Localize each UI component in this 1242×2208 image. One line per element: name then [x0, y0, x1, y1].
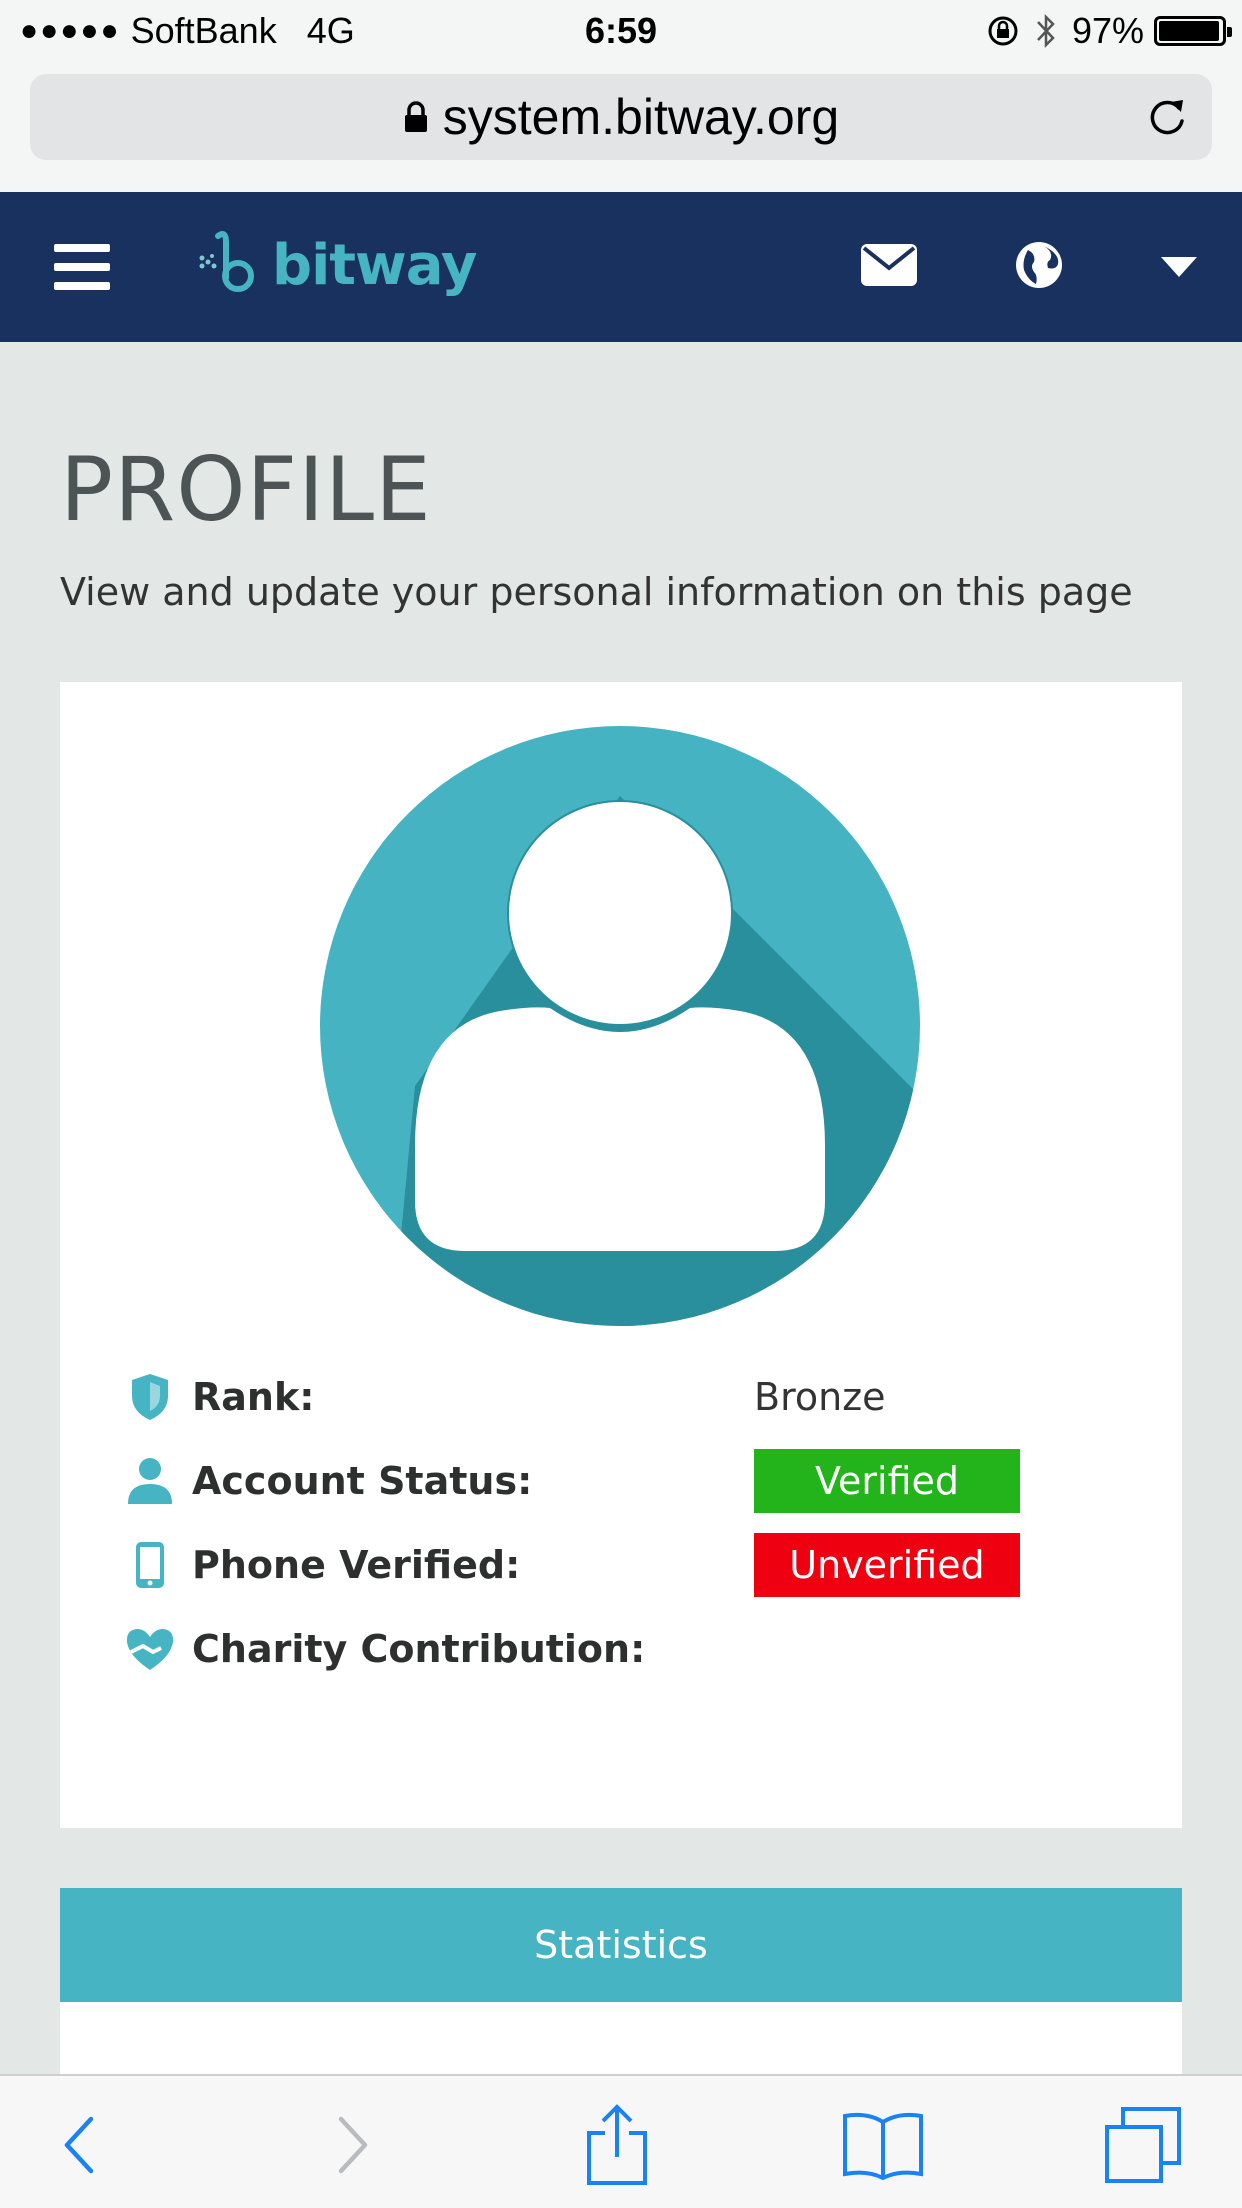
page-subtitle: View and update your personal informatio…: [60, 570, 1133, 614]
envelope-icon[interactable]: [860, 242, 918, 288]
status-bar-left: ●●●●● SoftBank 4G: [20, 10, 355, 52]
rank-label: Rank:: [192, 1375, 315, 1419]
signal-dots-icon: ●●●●●: [20, 14, 121, 47]
browser-toolbar: [0, 2074, 1242, 2208]
battery-percent: 97%: [1071, 10, 1144, 51]
shield-icon: [120, 1367, 180, 1427]
carrier-name: SoftBank: [130, 10, 277, 51]
phone-verified-badge[interactable]: Unverified: [754, 1533, 1020, 1597]
reload-icon[interactable]: [1144, 94, 1190, 140]
phone-verified-label: Phone Verified:: [192, 1543, 521, 1587]
status-bar: ●●●●● SoftBank 4G 6:59 97%: [0, 0, 1242, 62]
charity-contribution-label: Charity Contribution:: [192, 1627, 646, 1671]
user-icon: [120, 1451, 180, 1511]
status-bar-right: 97%: [986, 10, 1232, 52]
bitway-logo-mark: [199, 231, 254, 292]
rank-row: Rank: Bronze: [120, 1362, 1120, 1432]
account-status-row: Account Status: Verified: [120, 1446, 1120, 1516]
logo-text: bitway: [272, 232, 477, 298]
forward-icon[interactable]: [308, 2100, 398, 2190]
url-text: system.bitway.org: [442, 89, 840, 145]
browser-url-area: system.bitway.org: [0, 62, 1242, 192]
address-bar[interactable]: system.bitway.org: [30, 74, 1212, 160]
globe-icon[interactable]: [1014, 240, 1064, 290]
rotation-lock-icon: [988, 16, 1018, 46]
battery-fill: [1159, 21, 1219, 41]
share-icon[interactable]: [572, 2100, 662, 2190]
profile-card: Rank: Bronze Account Status: Verified Ph…: [60, 682, 1182, 1828]
bluetooth-icon: [1037, 13, 1055, 49]
network-type: 4G: [306, 10, 355, 51]
bookmarks-icon[interactable]: [838, 2100, 928, 2190]
back-icon[interactable]: [34, 2100, 124, 2190]
heart-hand-icon: [120, 1619, 180, 1679]
account-status-label: Account Status:: [192, 1459, 533, 1503]
caret-down-icon[interactable]: [1160, 256, 1198, 278]
lock-icon: [404, 101, 427, 132]
statistics-header[interactable]: Statistics: [60, 1888, 1182, 2002]
account-status-badge: Verified: [754, 1449, 1020, 1513]
phone-icon: [120, 1535, 180, 1595]
site-header: bitway: [0, 192, 1242, 342]
user-avatar-icon: [320, 726, 920, 1326]
rank-value: Bronze: [754, 1375, 886, 1419]
charity-contribution-row: Charity Contribution:: [120, 1614, 1120, 1684]
battery-icon: [1154, 16, 1232, 46]
page-title: PROFILE: [60, 438, 432, 541]
phone-verified-row: Phone Verified: Unverified: [120, 1530, 1120, 1600]
tabs-icon[interactable]: [1098, 2100, 1188, 2190]
hamburger-menu-icon[interactable]: [54, 244, 110, 290]
bitway-logo[interactable]: bitway: [192, 228, 477, 302]
